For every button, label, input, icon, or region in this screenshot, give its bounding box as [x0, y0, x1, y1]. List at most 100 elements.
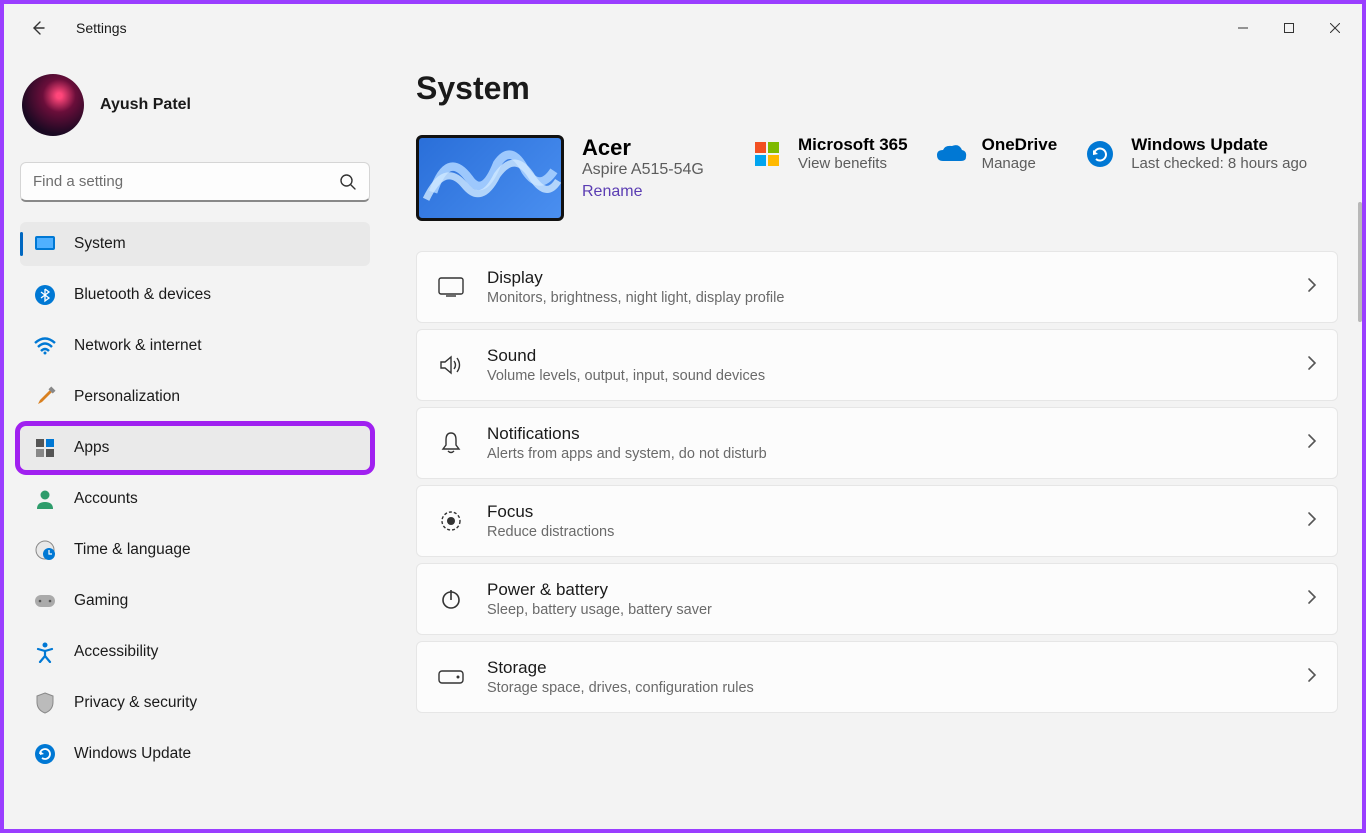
wifi-icon	[34, 335, 56, 357]
app-title: Settings	[76, 20, 127, 36]
sidebar: Ayush Patel System Bluetooth & devices N…	[4, 52, 384, 829]
settings-item-power[interactable]: Power & battery Sleep, battery usage, ba…	[416, 563, 1338, 635]
system-icon	[34, 233, 56, 255]
settings-sub: Alerts from apps and system, do not dist…	[487, 446, 1285, 462]
sidebar-item-bluetooth[interactable]: Bluetooth & devices	[20, 273, 370, 317]
service-tiles: Microsoft 365 View benefits OneDrive Man…	[750, 135, 1338, 172]
main-content: System Acer Aspire A515-54G Rename Micro…	[384, 52, 1362, 829]
device-info: Acer Aspire A515-54G Rename	[582, 135, 732, 201]
sidebar-item-label: Network & internet	[74, 337, 202, 355]
maximize-button[interactable]	[1266, 12, 1312, 44]
settings-title: Storage	[487, 658, 1285, 678]
minimize-button[interactable]	[1220, 12, 1266, 44]
sidebar-item-personalization[interactable]: Personalization	[20, 375, 370, 419]
device-row: Acer Aspire A515-54G Rename Microsoft 36…	[416, 135, 1338, 221]
settings-title: Power & battery	[487, 580, 1285, 600]
sidebar-item-apps[interactable]: Apps	[20, 426, 370, 470]
sidebar-item-label: System	[74, 235, 126, 253]
settings-item-notifications[interactable]: Notifications Alerts from apps and syste…	[416, 407, 1338, 479]
service-title: Windows Update	[1131, 135, 1307, 155]
sidebar-item-privacy[interactable]: Privacy & security	[20, 681, 370, 725]
sidebar-item-label: Apps	[74, 439, 109, 457]
settings-sub: Sleep, battery usage, battery saver	[487, 602, 1285, 618]
device-model: Aspire A515-54G	[582, 161, 732, 179]
onedrive-icon	[934, 137, 968, 171]
settings-title: Focus	[487, 502, 1285, 522]
settings-title: Display	[487, 268, 1285, 288]
brush-icon	[34, 386, 56, 408]
sidebar-item-system[interactable]: System	[20, 222, 370, 266]
service-onedrive[interactable]: OneDrive Manage	[934, 135, 1058, 172]
settings-sub: Monitors, brightness, night light, displ…	[487, 290, 1285, 306]
service-microsoft365[interactable]: Microsoft 365 View benefits	[750, 135, 908, 172]
storage-icon	[437, 663, 465, 691]
settings-item-focus[interactable]: Focus Reduce distractions	[416, 485, 1338, 557]
settings-item-storage[interactable]: Storage Storage space, drives, configura…	[416, 641, 1338, 713]
sidebar-item-network[interactable]: Network & internet	[20, 324, 370, 368]
titlebar: Settings	[4, 4, 1362, 52]
sidebar-item-label: Gaming	[74, 592, 128, 610]
sound-icon	[437, 351, 465, 379]
search-box[interactable]	[20, 162, 370, 202]
sidebar-item-label: Accounts	[74, 490, 138, 508]
titlebar-left: Settings	[20, 10, 127, 46]
settings-sub: Volume levels, output, input, sound devi…	[487, 368, 1285, 384]
service-windows-update[interactable]: Windows Update Last checked: 8 hours ago	[1083, 135, 1307, 172]
back-arrow-icon	[30, 20, 46, 36]
chevron-right-icon	[1307, 433, 1317, 454]
power-icon	[437, 585, 465, 613]
bluetooth-icon	[34, 284, 56, 306]
search-icon	[339, 173, 357, 191]
clock-globe-icon	[34, 539, 56, 561]
service-title: Microsoft 365	[798, 135, 908, 155]
sidebar-item-gaming[interactable]: Gaming	[20, 579, 370, 623]
sidebar-item-windows-update[interactable]: Windows Update	[20, 732, 370, 776]
apps-icon	[34, 437, 56, 459]
page-title: System	[416, 70, 1338, 107]
sidebar-item-label: Personalization	[74, 388, 180, 406]
settings-sub: Storage space, drives, configuration rul…	[487, 680, 1285, 696]
update-icon	[34, 743, 56, 765]
shield-icon	[34, 692, 56, 714]
rename-link[interactable]: Rename	[582, 183, 642, 201]
settings-title: Sound	[487, 346, 1285, 366]
chevron-right-icon	[1307, 667, 1317, 688]
back-button[interactable]	[20, 10, 56, 46]
update-circle-icon	[1083, 137, 1117, 171]
gamepad-icon	[34, 590, 56, 612]
profile-section[interactable]: Ayush Patel	[14, 64, 376, 158]
sidebar-item-label: Bluetooth & devices	[74, 286, 211, 304]
settings-sub: Reduce distractions	[487, 524, 1285, 540]
service-sub: Last checked: 8 hours ago	[1131, 155, 1307, 172]
settings-title: Notifications	[487, 424, 1285, 444]
sidebar-item-accounts[interactable]: Accounts	[20, 477, 370, 521]
chevron-right-icon	[1307, 511, 1317, 532]
sidebar-item-time-language[interactable]: Time & language	[20, 528, 370, 572]
chevron-right-icon	[1307, 355, 1317, 376]
bell-icon	[437, 429, 465, 457]
search-input[interactable]	[33, 173, 339, 190]
settings-item-display[interactable]: Display Monitors, brightness, night ligh…	[416, 251, 1338, 323]
focus-icon	[437, 507, 465, 535]
sidebar-item-label: Privacy & security	[74, 694, 197, 712]
device-brand: Acer	[582, 135, 732, 161]
service-sub: Manage	[982, 155, 1058, 172]
close-button[interactable]	[1312, 12, 1358, 44]
service-title: OneDrive	[982, 135, 1058, 155]
sidebar-item-accessibility[interactable]: Accessibility	[20, 630, 370, 674]
settings-item-sound[interactable]: Sound Volume levels, output, input, soun…	[416, 329, 1338, 401]
scrollbar[interactable]	[1358, 202, 1362, 322]
person-icon	[34, 488, 56, 510]
sidebar-item-label: Accessibility	[74, 643, 158, 661]
profile-name: Ayush Patel	[100, 96, 191, 114]
chevron-right-icon	[1307, 589, 1317, 610]
device-thumbnail[interactable]	[416, 135, 564, 221]
display-icon	[437, 273, 465, 301]
service-sub: View benefits	[798, 155, 908, 172]
window-controls	[1220, 12, 1358, 44]
chevron-right-icon	[1307, 277, 1317, 298]
sidebar-item-label: Time & language	[74, 541, 191, 559]
sidebar-item-label: Windows Update	[74, 745, 191, 763]
microsoft-icon	[750, 137, 784, 171]
settings-list: Display Monitors, brightness, night ligh…	[416, 251, 1338, 713]
